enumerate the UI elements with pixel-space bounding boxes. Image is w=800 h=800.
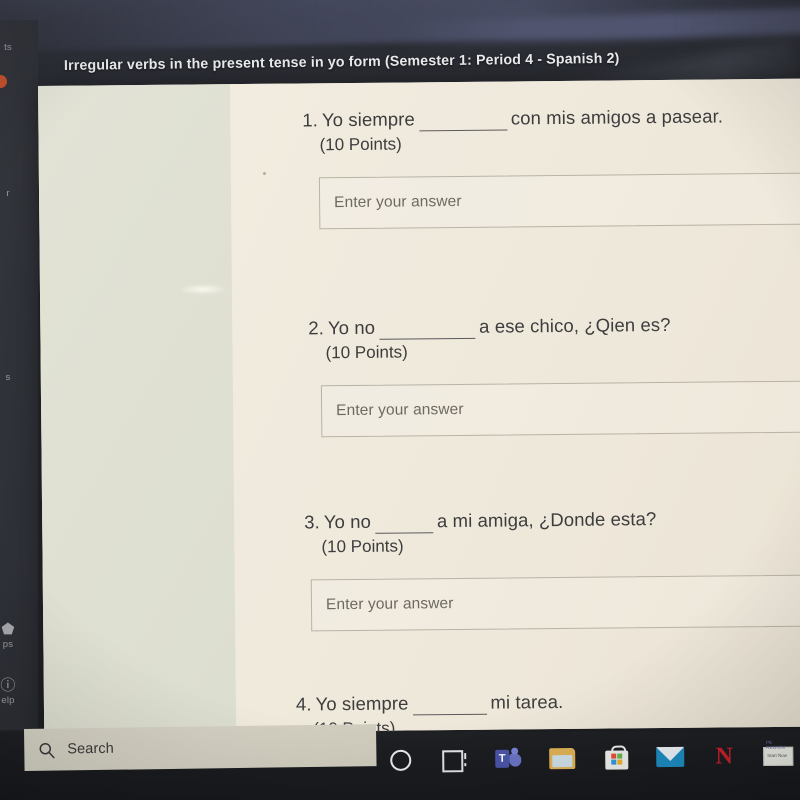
question-2-points: (10 Points): [325, 342, 408, 363]
rail-item-files[interactable]: s: [0, 372, 30, 383]
rail-item-chat-label: ts: [4, 42, 12, 53]
file-explorer-icon[interactable]: [547, 743, 577, 773]
search-icon: [38, 741, 55, 758]
taskbar-icon-tray: T N PE REGION Start Now: [385, 732, 794, 784]
help-icon: ⓘ: [0, 677, 16, 694]
search-placeholder: Search: [67, 740, 114, 758]
screenshot-root: ts r s ⬟ ps ⓘ elp Irregular verbs in the…: [0, 0, 800, 800]
question-1-points: (10 Points): [319, 134, 402, 155]
question-block-3: 3. Yo no a mi amiga, ¿Donde esta? (10 Poi…: [304, 502, 800, 632]
answer-placeholder-3: Enter your answer: [325, 595, 454, 614]
cortana-icon[interactable]: [385, 745, 415, 775]
answer-input-3[interactable]: Enter your answer: [310, 574, 800, 632]
answer-input-2[interactable]: Enter your answer: [320, 379, 800, 438]
rail-item-help[interactable]: ⓘ elp: [0, 677, 30, 707]
question-2-number: 2.: [308, 317, 325, 339]
rail-item-help-label: elp: [1, 695, 15, 706]
question-3-text-after: a mi amiga, ¿Donde esta?: [436, 508, 657, 532]
answer-placeholder-1: Enter your answer: [334, 192, 462, 212]
teams-left-rail: ts r s ⬟ ps ⓘ elp: [0, 20, 38, 730]
teams-letter: T: [495, 749, 510, 768]
question-1-text: 1. Yo siempre con mis amigos a pasear.: [302, 100, 800, 134]
rail-item-calendar-label: r: [6, 188, 10, 199]
question-block-1: 1. Yo siempre con mis amigos a pasear. (1…: [302, 100, 800, 230]
forms-quiz-window: 1. Yo siempre con mis amigos a pasear. (1…: [38, 78, 800, 738]
forms-left-blank-pane: [38, 84, 237, 734]
photo-dust-speck-1: [263, 172, 266, 175]
task-view-icon[interactable]: [439, 744, 469, 774]
screen-hotspot-reflection: [179, 284, 227, 295]
photo-dust-speck-2: [560, 330, 562, 332]
rail-item-chat[interactable]: ts: [0, 42, 30, 53]
rail-item-apps-label: ps: [2, 639, 14, 650]
rail-unread-badge: [0, 75, 7, 88]
question-2-text-before: Yo no: [327, 316, 376, 339]
question-3-points: (10 Points): [321, 536, 404, 557]
question-3-text: 3. Yo no a mi amiga, ¿Donde esta?: [304, 502, 800, 536]
mail-icon[interactable]: [655, 742, 685, 772]
question-3-blank: [374, 506, 434, 534]
question-4-number: 4.: [295, 693, 312, 715]
question-1-number: 1.: [302, 109, 319, 131]
question-2-text: 2. Yo no a ese chico, ¿Qien es?: [308, 307, 800, 341]
question-1-text-before: Yo siempre: [321, 108, 415, 131]
taskbar-search-box[interactable]: Search: [24, 724, 377, 771]
question-3-text-before: Yo no: [323, 510, 372, 533]
netflix-letter: N: [715, 743, 734, 770]
question-4-text-after: mi tarea.: [490, 690, 564, 713]
question-1-text-after: con mis amigos a pasear.: [510, 105, 724, 129]
question-2-text-after: a ese chico, ¿Qien es?: [479, 313, 671, 337]
question-block-2: 2. Yo no a ese chico, ¿Qien es? (10 Point…: [308, 307, 800, 438]
pinned-app-icon[interactable]: PE REGION Start Now: [763, 739, 794, 771]
pinned-app-top-text: PE REGION: [766, 739, 786, 750]
netflix-icon[interactable]: N: [709, 741, 739, 771]
rail-item-files-label: s: [5, 372, 11, 383]
forms-question-list: 1. Yo siempre con mis amigos a pasear. (1…: [229, 78, 800, 738]
rail-item-apps[interactable]: ⬟ ps: [0, 621, 30, 651]
question-4-blank: [412, 687, 487, 716]
teams-icon[interactable]: T: [493, 744, 523, 774]
question-3-number: 3.: [304, 511, 320, 533]
rail-item-calendar[interactable]: r: [0, 188, 30, 199]
answer-input-1[interactable]: Enter your answer: [318, 171, 800, 230]
question-4-text-before: Yo siempre: [315, 692, 409, 715]
microsoft-store-icon[interactable]: [601, 742, 631, 772]
pinned-app-line-text: Start Now: [767, 752, 788, 758]
question-2-blank: [378, 311, 476, 340]
question-1-blank: [418, 103, 507, 132]
answer-placeholder-2: Enter your answer: [336, 400, 464, 420]
apps-icon: ⬟: [1, 621, 15, 638]
